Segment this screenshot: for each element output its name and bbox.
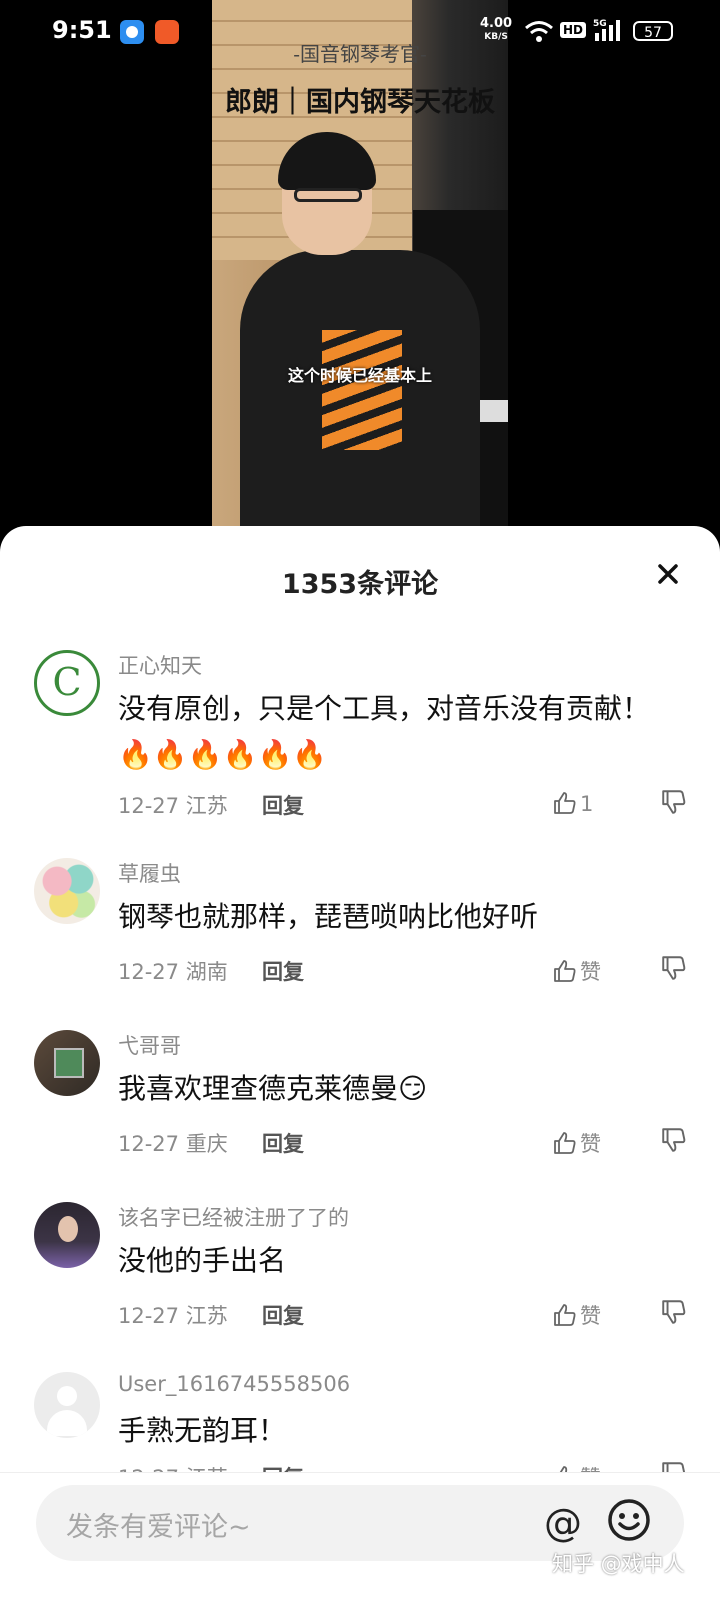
comment-date: 12-27 (118, 1132, 180, 1156)
thumbs-up-icon (554, 1132, 576, 1154)
comment-date: 12-27 (118, 960, 180, 984)
like-button[interactable]: 赞 (552, 956, 601, 986)
close-icon[interactable] (648, 554, 688, 594)
at-icon[interactable]: @ (544, 1501, 582, 1545)
like-button[interactable]: 1 (552, 790, 593, 816)
like-button[interactable]: 赞 (552, 1300, 601, 1330)
comment-location: 江苏 (185, 794, 228, 818)
comment-username[interactable]: 该名字已经被注册了了的 (118, 1202, 349, 1232)
thumbs-up-icon (554, 792, 576, 814)
comment-location: 重庆 (185, 1132, 228, 1156)
comment-text: 没他的手出名 (118, 1244, 287, 1277)
thumbs-down-icon[interactable] (660, 1298, 688, 1326)
comment-text: 钢琴也就那样，琵琶唢呐比他好听 (118, 900, 539, 933)
comment-meta: 12-27 江苏 (118, 1300, 228, 1330)
like-label: 赞 (580, 960, 601, 984)
comment-item: User_1616745558506 手熟无韵耳！ 12-27 江苏 回复 赞 (0, 1372, 720, 1472)
comments-count-title: 1353条评论 (281, 569, 439, 600)
comment-date: 12-27 (118, 794, 180, 818)
like-button[interactable]: 赞 (552, 1128, 601, 1158)
app-notification-icon (120, 20, 144, 44)
comment-date: 12-27 (118, 1304, 180, 1328)
zhihu-watermark: 知乎 @戏中人 (552, 1552, 685, 1576)
comment-item: C 正心知天 没有原创，只是个工具，对音乐没有贡献！🔥🔥🔥🔥🔥🔥 12-27 江… (0, 650, 720, 820)
book-app-icon (155, 20, 179, 44)
avatar[interactable] (34, 1030, 100, 1096)
avatar[interactable] (34, 1202, 100, 1268)
comment-username[interactable]: 正心知天 (118, 650, 202, 680)
thumbs-down-icon[interactable] (660, 954, 688, 982)
svg-text:5G: 5G (593, 19, 607, 29)
speed-value: 4.00 (480, 16, 513, 31)
speed-unit: KB/S (484, 32, 508, 42)
thumbs-up-icon (554, 960, 576, 982)
comment-item: 草履虫 钢琴也就那样，琵琶唢呐比他好听 12-27 湖南 回复 赞 (0, 858, 720, 1028)
thumbs-up-icon (554, 1304, 576, 1326)
avatar[interactable] (34, 1372, 100, 1438)
video-player[interactable]: -国音钢琴考官- 郎朗｜国内钢琴天花板 这个时候已经基本上 (212, 0, 508, 528)
status-bar: 9:51 4.00 KB/S HD 5G 57 (0, 0, 720, 64)
hd-badge: HD (560, 22, 587, 38)
comment-meta: 12-27 江苏 (118, 790, 228, 820)
thumbs-down-icon[interactable] (660, 788, 688, 816)
reply-button[interactable]: 回复 (262, 1300, 304, 1330)
wifi-icon (525, 21, 553, 42)
emoji-icon[interactable] (606, 1497, 652, 1543)
like-label: 赞 (580, 1304, 601, 1328)
battery-indicator: 57 (633, 21, 673, 41)
comment-username[interactable]: User_1616745558506 (118, 1372, 350, 1396)
video-subtitle: 这个时候已经基本上 (287, 366, 432, 385)
signal-icon: 5G (593, 19, 620, 41)
shirt-pattern-image (322, 330, 402, 450)
like-count: 1 (580, 792, 594, 816)
reply-button[interactable]: 回复 (262, 1462, 304, 1472)
comment-username[interactable]: 弋哥哥 (118, 1030, 181, 1060)
avatar[interactable]: C (34, 650, 100, 716)
status-time: 9:51 (52, 16, 112, 44)
comment-text: 没有原创，只是个工具，对音乐没有贡献！🔥🔥🔥🔥🔥🔥 (118, 692, 651, 771)
comment-text: 我喜欢理查德克莱德曼😏 (118, 1072, 428, 1105)
thumbs-down-icon[interactable] (660, 1460, 688, 1472)
like-label: 赞 (580, 1132, 601, 1156)
thumbs-down-icon[interactable] (660, 1126, 688, 1154)
comment-meta: 12-27 江苏 (118, 1462, 228, 1472)
comment-meta: 12-27 重庆 (118, 1128, 228, 1158)
avatar[interactable] (34, 858, 100, 924)
comment-item: 弋哥哥 我喜欢理查德克莱德曼😏 12-27 重庆 回复 赞 (0, 1030, 720, 1200)
comment-meta: 12-27 湖南 (118, 956, 228, 986)
comment-item: 该名字已经被注册了了的 没他的手出名 12-27 江苏 回复 赞 (0, 1202, 720, 1372)
network-speed: 4.00 KB/S (480, 16, 513, 43)
comment-input-placeholder: 发条有爱评论~ (66, 1512, 251, 1543)
thumbs-up-icon (559, 1466, 568, 1472)
like-button[interactable]: 赞 (552, 1462, 601, 1472)
comment-username[interactable]: 草履虫 (118, 858, 181, 888)
comment-text: 手熟无韵耳！ (118, 1414, 287, 1447)
comment-location: 江苏 (185, 1304, 228, 1328)
reply-button[interactable]: 回复 (262, 1128, 304, 1158)
comment-input-bar: 发条有爱评论~ @ (0, 1473, 720, 1600)
reply-button[interactable]: 回复 (262, 956, 304, 986)
comment-location: 湖南 (185, 960, 228, 984)
reply-button[interactable]: 回复 (262, 790, 304, 820)
video-title: 郎朗｜国内钢琴天花板 (225, 87, 495, 118)
glasses-image (294, 188, 362, 202)
comments-sheet: 1353条评论 C 正心知天 没有原创，只是个工具，对音乐没有贡献！🔥🔥🔥🔥🔥🔥… (0, 526, 720, 1600)
